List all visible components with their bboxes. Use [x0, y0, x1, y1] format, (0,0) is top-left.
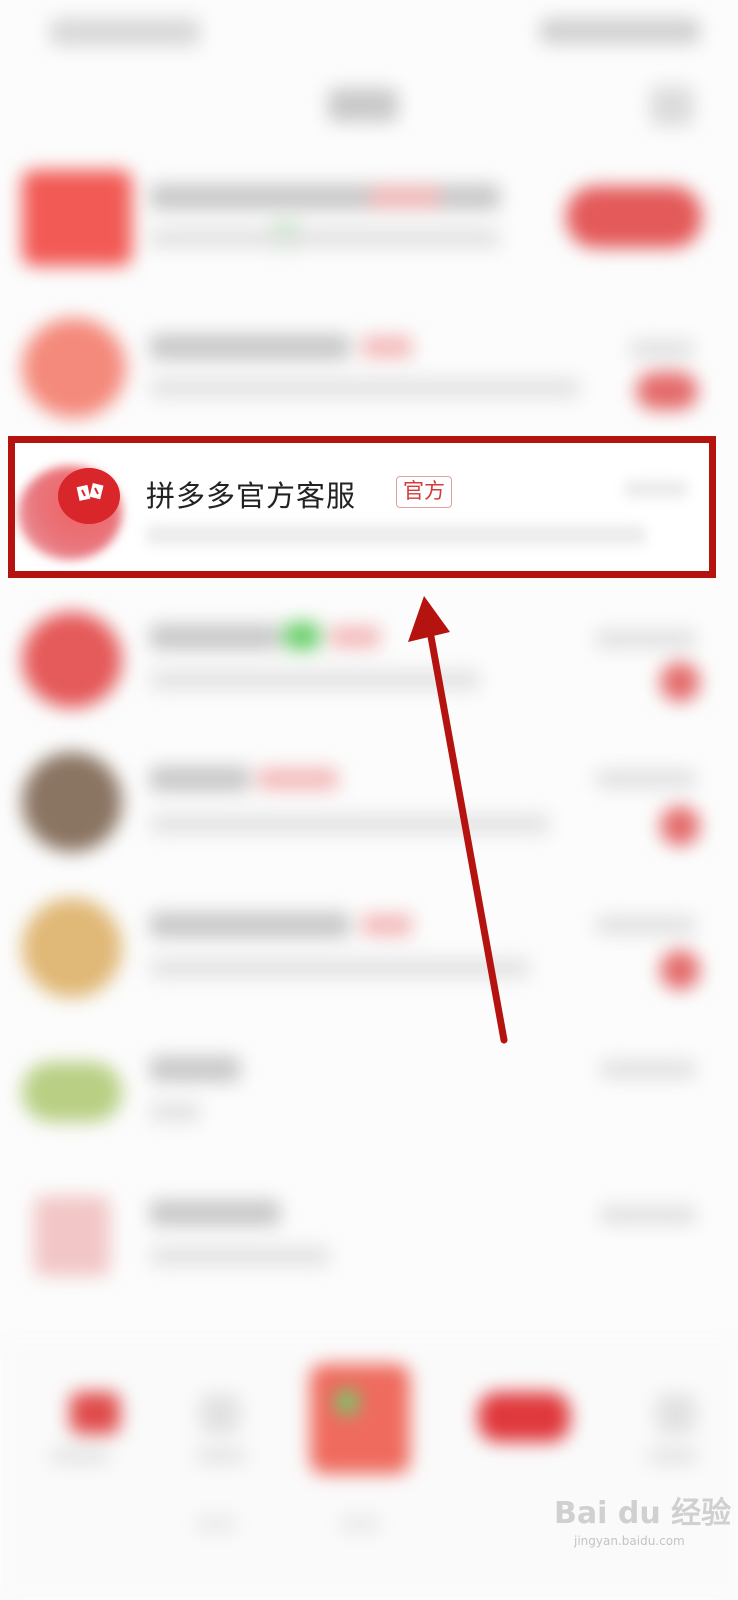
status-bar-left — [50, 18, 200, 46]
conversation-time — [596, 630, 696, 648]
bottom-indicator — [340, 1514, 380, 1534]
conversation-preview — [150, 958, 530, 978]
bottom-indicator — [196, 1514, 236, 1534]
highlight-annotation-box — [8, 436, 716, 578]
badge-green — [336, 1390, 358, 1414]
avatar[interactable] — [22, 318, 126, 418]
avatar[interactable] — [22, 612, 122, 708]
conversation-preview — [150, 378, 580, 398]
tab-home-label — [50, 1448, 110, 1464]
blurred-background — [0, 0, 738, 1600]
unread-badge — [660, 806, 700, 846]
conversation-preview — [150, 1102, 200, 1122]
unread-badge — [660, 662, 700, 702]
conversation-name — [150, 334, 350, 360]
status-bar-right — [540, 18, 700, 44]
avatar[interactable] — [34, 1196, 110, 1276]
avatar[interactable] — [22, 170, 132, 266]
conversation-time — [600, 1206, 696, 1224]
tab-recommend-label — [196, 1448, 246, 1464]
unread-badge — [660, 950, 700, 990]
conversation-name — [150, 766, 250, 792]
tab-chat-icon[interactable] — [478, 1392, 570, 1442]
conversation-name — [150, 1056, 240, 1082]
page-title — [328, 88, 398, 122]
avatar[interactable] — [22, 898, 122, 998]
status-badge — [370, 186, 440, 208]
watermark-url: jingyan.baidu.com — [574, 1534, 685, 1548]
settings-icon[interactable] — [650, 86, 694, 126]
tab-recommend-icon[interactable] — [200, 1394, 240, 1434]
badge-green — [284, 622, 320, 650]
tab-profile-label — [648, 1448, 698, 1464]
conversation-name — [150, 624, 280, 650]
unread-badge — [636, 372, 698, 410]
tab-profile-icon[interactable] — [656, 1394, 696, 1434]
conversation-time — [596, 916, 696, 934]
message-list-screen: 拼多多官方客服 官方 Bai du 经验 jingyan.baidu.com — [0, 0, 738, 1600]
conversation-preview — [150, 228, 500, 248]
tab-center-icon[interactable] — [310, 1364, 410, 1474]
conversation-name — [150, 1200, 280, 1226]
action-button[interactable] — [566, 186, 702, 248]
conversation-preview — [150, 1246, 330, 1266]
avatar[interactable] — [22, 1062, 122, 1122]
conversation-time — [596, 770, 696, 788]
avatar[interactable] — [22, 752, 122, 852]
status-badge — [258, 768, 338, 790]
watermark-logo: Bai du 经验 — [554, 1496, 732, 1531]
status-badge — [362, 336, 412, 358]
conversation-name — [150, 184, 500, 210]
conversation-name — [150, 912, 350, 938]
status-badge — [330, 626, 380, 648]
tab-home-icon[interactable] — [70, 1392, 120, 1434]
conversation-preview — [150, 814, 550, 834]
conversation-preview — [150, 670, 480, 690]
conversation-time — [630, 340, 694, 358]
status-badge — [362, 914, 412, 936]
conversation-time — [600, 1060, 696, 1078]
